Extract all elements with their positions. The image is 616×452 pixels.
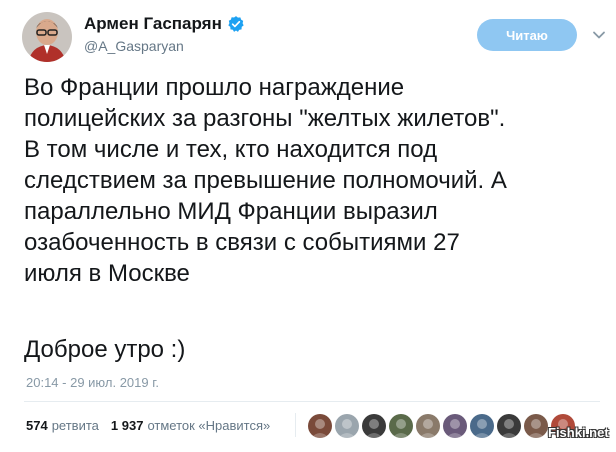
liker-avatar[interactable]	[443, 414, 467, 438]
liker-avatar[interactable]	[497, 414, 521, 438]
watermark: Fishki.net	[548, 425, 609, 440]
author-display-name[interactable]: Армен Гаспарян	[84, 14, 222, 34]
tweet-greeting: Доброе утро :)	[24, 336, 186, 363]
liker-avatar[interactable]	[389, 414, 413, 438]
liker-avatars	[308, 414, 575, 438]
liker-avatar[interactable]	[524, 414, 548, 438]
verified-badge-icon	[227, 15, 245, 33]
chevron-down-icon[interactable]	[592, 28, 606, 42]
liker-avatar[interactable]	[335, 414, 359, 438]
retweet-count[interactable]: 574	[26, 418, 48, 433]
stats-divider	[24, 401, 600, 402]
like-label[interactable]: отметок «Нравится»	[147, 418, 270, 433]
tweet-header: Армен Гаспарян @A_Gasparyan Читаю	[22, 10, 605, 62]
liker-avatar[interactable]	[308, 414, 332, 438]
liker-avatar[interactable]	[416, 414, 440, 438]
like-count[interactable]: 1 937	[111, 418, 144, 433]
liker-avatar[interactable]	[470, 414, 494, 438]
retweet-label[interactable]: ретвита	[52, 418, 99, 433]
author-name-block: Армен Гаспарян @A_Gasparyan	[84, 14, 245, 54]
follow-button[interactable]: Читаю	[477, 19, 577, 51]
tweet-timestamp[interactable]: 20:14 - 29 июл. 2019 г.	[26, 375, 159, 390]
author-handle[interactable]: @A_Gasparyan	[84, 38, 245, 54]
tweet-text: Во Франции прошло награждение полицейски…	[24, 74, 507, 287]
stats-separator	[295, 413, 296, 437]
author-name-row: Армен Гаспарян	[84, 14, 245, 34]
author-avatar[interactable]	[22, 12, 72, 62]
tweet-stats: 574 ретвита 1 937 отметок «Нравится»	[26, 418, 278, 433]
liker-avatar[interactable]	[362, 414, 386, 438]
